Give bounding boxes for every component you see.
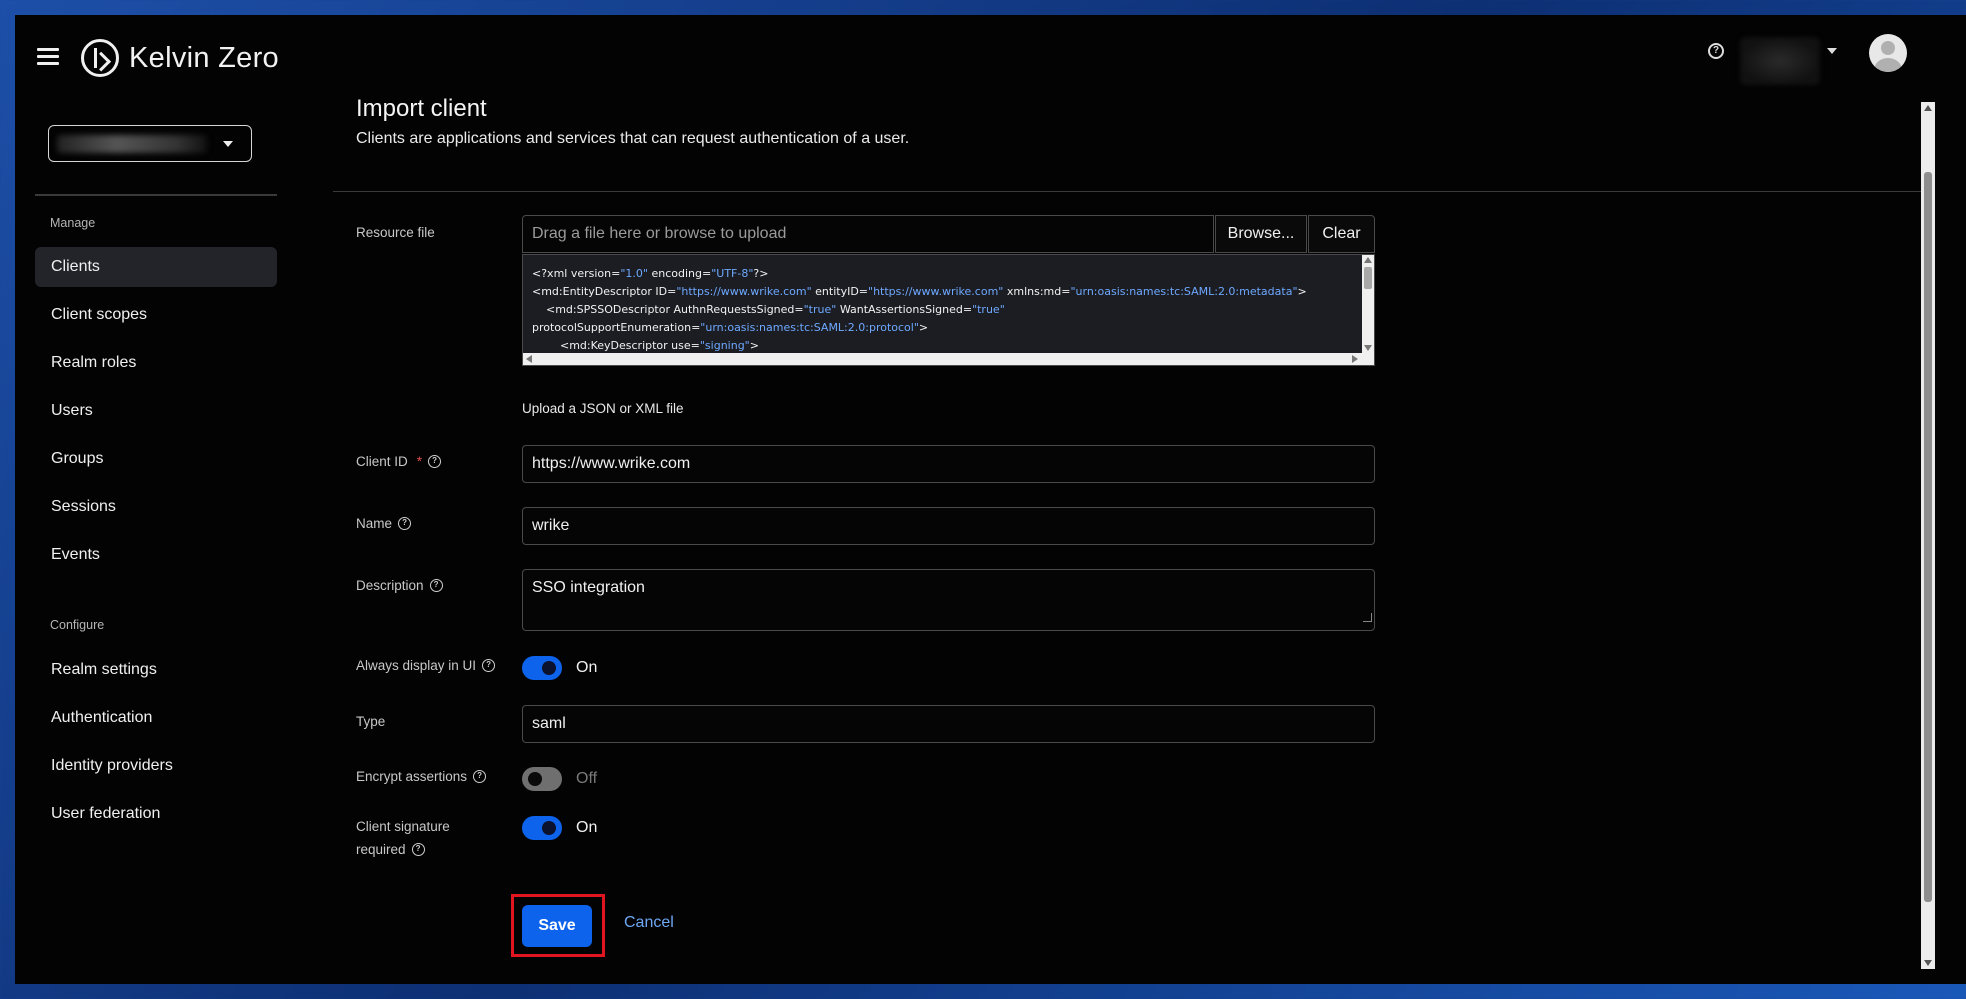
- encrypt-assertions-toggle[interactable]: [522, 767, 562, 791]
- toggle-knob: [528, 772, 542, 786]
- section-divider: [333, 191, 1931, 192]
- sidebar-item-sessions[interactable]: Sessions: [35, 487, 277, 527]
- sidebar-item-authentication[interactable]: Authentication: [35, 698, 277, 738]
- page-subtitle: Clients are applications and services th…: [356, 130, 910, 147]
- always-display-label: Always display in UI ?: [356, 658, 496, 673]
- avatar[interactable]: [1869, 34, 1907, 72]
- sidebar-item-identity-providers[interactable]: Identity providers: [35, 746, 277, 786]
- always-display-toggle[interactable]: [522, 656, 562, 680]
- save-button[interactable]: Save: [522, 905, 592, 947]
- client-signature-label-line1: Client signature: [356, 819, 450, 834]
- user-menu-toggle[interactable]: [1740, 37, 1820, 85]
- description-textarea[interactable]: SSO integration: [522, 569, 1375, 631]
- hamburger-menu-icon[interactable]: [37, 48, 61, 68]
- toggle-knob: [542, 661, 556, 675]
- sidebar-item-realm-roles[interactable]: Realm roles: [35, 343, 277, 383]
- scroll-up-arrow-icon[interactable]: [1924, 105, 1932, 111]
- encrypt-assertions-state: Off: [576, 770, 598, 787]
- scroll-down-arrow-icon[interactable]: [1364, 345, 1372, 351]
- code-content: <?xml version="1.0" encoding="UTF-8"?> <m…: [532, 265, 1307, 365]
- encrypt-assertions-label: Encrypt assertions ?: [356, 769, 487, 784]
- help-icon[interactable]: ?: [473, 770, 487, 783]
- sidebar-item-events[interactable]: Events: [35, 535, 277, 575]
- scroll-up-arrow-icon[interactable]: [1364, 257, 1372, 263]
- description-label: Description ?: [356, 578, 443, 593]
- page-title: Import client: [356, 95, 487, 122]
- help-icon[interactable]: ?: [482, 659, 496, 672]
- help-icon[interactable]: ?: [1708, 43, 1724, 59]
- client-id-label: Client ID * ?: [356, 454, 442, 469]
- nav-section-configure: Configure: [50, 618, 105, 632]
- kelvin-zero-logo-icon: [81, 39, 119, 77]
- client-signature-toggle[interactable]: [522, 816, 562, 840]
- realm-name-redacted: [57, 135, 207, 153]
- nav-section-manage: Manage: [50, 216, 96, 230]
- sidebar-item-groups[interactable]: Groups: [35, 439, 277, 479]
- sidebar-item-clients[interactable]: Clients: [35, 247, 277, 287]
- app-window: Kelvin Zero ? Manage Clients Client scop…: [15, 15, 1966, 984]
- realm-selector[interactable]: [48, 125, 252, 162]
- resource-file-label: Resource file: [356, 225, 435, 240]
- resource-file-helper: Upload a JSON or XML file: [522, 401, 684, 416]
- scroll-thumb[interactable]: [1924, 172, 1932, 902]
- code-line: <?xml version="1.0" encoding="UTF-8"?>: [532, 267, 769, 280]
- sidebar-item-users[interactable]: Users: [35, 391, 277, 431]
- caret-down-icon: [223, 141, 233, 147]
- help-icon[interactable]: ?: [398, 517, 412, 530]
- always-display-state: On: [576, 659, 598, 676]
- code-line: <md:EntityDescriptor ID="https://www.wri…: [532, 285, 1307, 298]
- client-id-input[interactable]: [522, 445, 1375, 483]
- scroll-left-arrow-icon[interactable]: [526, 355, 532, 363]
- toggle-knob: [542, 821, 556, 835]
- sidebar-item-client-scopes[interactable]: Client scopes: [35, 295, 277, 335]
- code-line: protocolSupportEnumeration="urn:oasis:na…: [532, 321, 929, 334]
- brand-name: Kelvin Zero: [129, 41, 279, 74]
- sidebar-item-user-federation[interactable]: User federation: [35, 794, 277, 834]
- scroll-right-arrow-icon[interactable]: [1352, 355, 1358, 363]
- scroll-thumb[interactable]: [1364, 267, 1372, 289]
- code-line: <md:SPSSODescriptor AuthnRequestsSigned=…: [532, 303, 1005, 316]
- resize-grip-icon[interactable]: [1363, 613, 1372, 622]
- page-scrollbar[interactable]: [1921, 102, 1935, 969]
- help-icon[interactable]: ?: [428, 455, 442, 468]
- type-input[interactable]: [522, 705, 1375, 743]
- brand-logo[interactable]: Kelvin Zero: [81, 39, 279, 77]
- help-icon[interactable]: ?: [411, 843, 425, 856]
- file-drop-zone[interactable]: Drag a file here or browse to upload: [522, 215, 1214, 253]
- name-input[interactable]: [522, 507, 1375, 545]
- cancel-button[interactable]: Cancel: [624, 914, 674, 932]
- browse-button[interactable]: Browse...: [1215, 215, 1307, 253]
- name-label: Name ?: [356, 516, 412, 531]
- masthead: Kelvin Zero ?: [15, 15, 1966, 90]
- client-signature-label-line2: required ?: [356, 842, 425, 857]
- required-asterisk: *: [416, 454, 423, 469]
- file-content-viewer[interactable]: <?xml version="1.0" encoding="UTF-8"?> <m…: [522, 254, 1375, 366]
- sidebar-divider: [35, 194, 277, 196]
- type-label: Type: [356, 714, 386, 729]
- scroll-down-arrow-icon[interactable]: [1924, 960, 1932, 966]
- sidebar-item-realm-settings[interactable]: Realm settings: [35, 650, 277, 690]
- client-signature-state: On: [576, 819, 598, 836]
- clear-button[interactable]: Clear: [1308, 215, 1375, 253]
- caret-down-icon[interactable]: [1827, 48, 1837, 54]
- help-icon[interactable]: ?: [429, 579, 443, 592]
- code-horizontal-scrollbar[interactable]: [523, 353, 1374, 365]
